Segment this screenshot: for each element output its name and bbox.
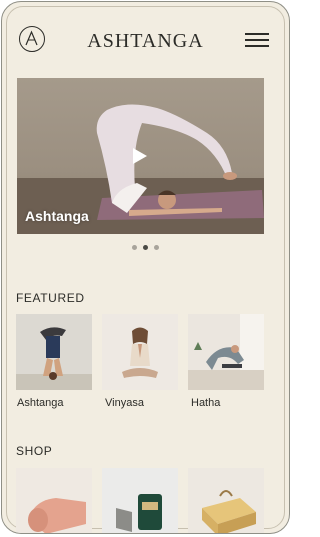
hatha-thumbnail	[188, 314, 264, 390]
yoga-mat-thumbnail	[16, 468, 92, 533]
hamburger-menu-icon[interactable]	[245, 33, 269, 47]
featured-card-ashtanga[interactable]	[16, 314, 92, 390]
candle-thumbnail	[102, 468, 178, 533]
featured-card-hatha[interactable]	[188, 314, 264, 390]
carousel-dot[interactable]	[154, 245, 159, 250]
hero-video-card[interactable]: Ashtanga	[17, 78, 264, 234]
play-icon[interactable]	[133, 148, 147, 164]
featured-label: Hatha	[191, 397, 221, 409]
shop-item-candle[interactable]	[102, 468, 178, 533]
ashtanga-thumbnail	[16, 314, 92, 390]
app-header: ASHTANGA	[2, 24, 289, 54]
phone-frame: ASHTANGA Ashtanga FEATURED Ashtanga Viny…	[1, 1, 290, 534]
shop-item-gift[interactable]	[188, 468, 264, 533]
shop-item-mat[interactable]	[16, 468, 92, 533]
featured-section-title: FEATURED	[16, 291, 85, 305]
featured-label: Ashtanga	[17, 397, 64, 409]
featured-label: Vinyasa	[105, 397, 144, 409]
vinyasa-thumbnail	[102, 314, 178, 390]
carousel-dot-active[interactable]	[143, 245, 148, 250]
carousel-dot[interactable]	[132, 245, 137, 250]
featured-card-vinyasa[interactable]	[102, 314, 178, 390]
hero-title: Ashtanga	[25, 208, 89, 224]
gift-box-thumbnail	[188, 468, 264, 533]
carousel-indicator	[2, 245, 289, 250]
shop-section-title: SHOP	[16, 444, 53, 458]
